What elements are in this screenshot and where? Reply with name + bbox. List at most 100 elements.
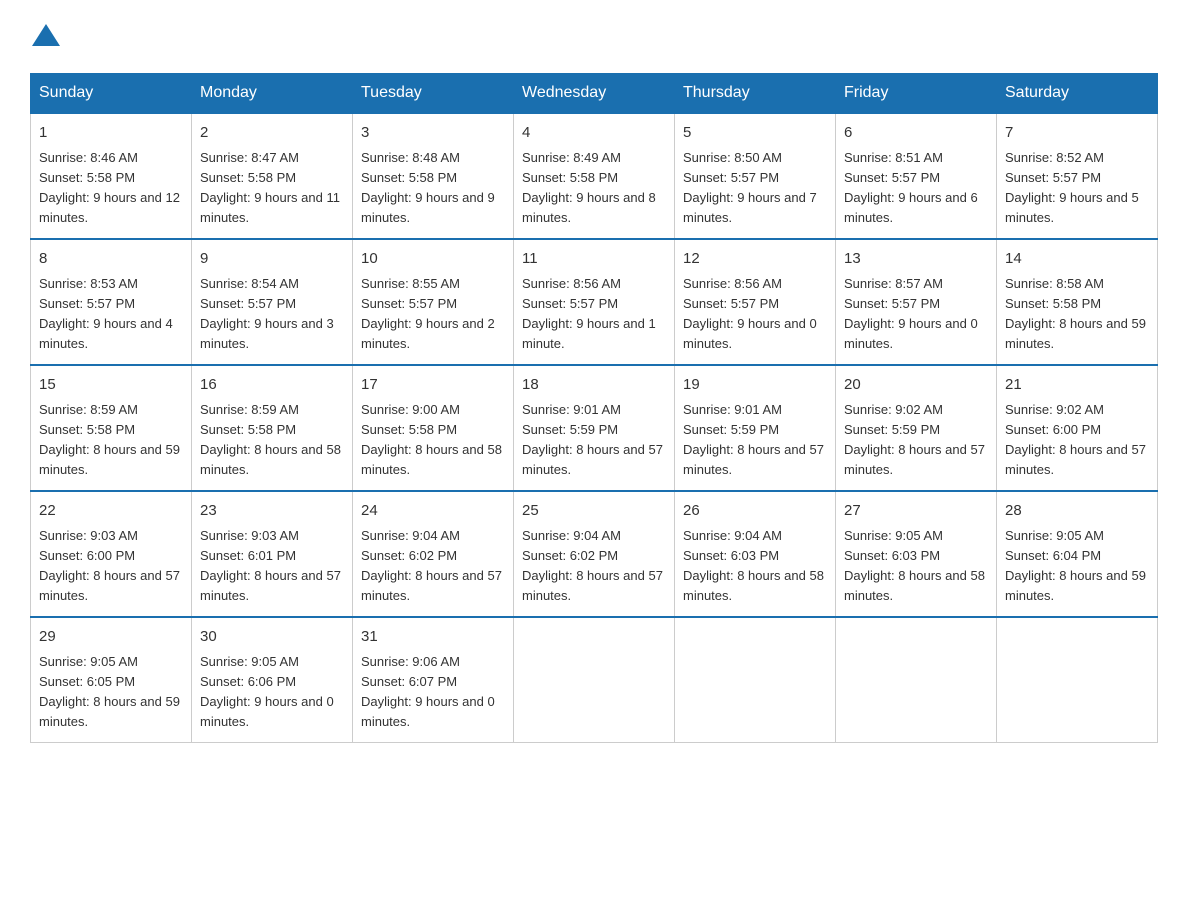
calendar-day-cell: 16Sunrise: 8:59 AMSunset: 5:58 PMDayligh… [192, 365, 353, 491]
day-number: 25 [522, 500, 666, 523]
weekday-header-friday: Friday [836, 74, 997, 114]
day-number: 14 [1005, 248, 1149, 271]
day-info: Sunrise: 9:02 AMSunset: 6:00 PMDaylight:… [1005, 400, 1149, 481]
day-number: 2 [200, 122, 344, 145]
day-number: 21 [1005, 374, 1149, 397]
day-number: 20 [844, 374, 988, 397]
calendar-table: SundayMondayTuesdayWednesdayThursdayFrid… [30, 73, 1158, 743]
day-info: Sunrise: 8:58 AMSunset: 5:58 PMDaylight:… [1005, 274, 1149, 355]
day-info: Sunrise: 9:00 AMSunset: 5:58 PMDaylight:… [361, 400, 505, 481]
day-info: Sunrise: 8:55 AMSunset: 5:57 PMDaylight:… [361, 274, 505, 355]
calendar-day-cell: 7 Sunrise: 8:52 AMSunset: 5:57 PMDaylight… [997, 113, 1158, 239]
day-info: Sunrise: 8:50 AMSunset: 5:57 PMDaylight:… [683, 148, 827, 229]
weekday-header-row: SundayMondayTuesdayWednesdayThursdayFrid… [31, 74, 1158, 114]
day-number: 23 [200, 500, 344, 523]
calendar-day-cell: 3 Sunrise: 8:48 AMSunset: 5:58 PMDaylight… [353, 113, 514, 239]
day-info: Sunrise: 9:02 AMSunset: 5:59 PMDaylight:… [844, 400, 988, 481]
day-number: 4 [522, 122, 666, 145]
calendar-day-cell [675, 617, 836, 743]
day-number: 22 [39, 500, 183, 523]
calendar-day-cell: 28Sunrise: 9:05 AMSunset: 6:04 PMDayligh… [997, 491, 1158, 617]
weekday-header-saturday: Saturday [997, 74, 1158, 114]
calendar-week-row: 15 Sunrise: 8:59 AMSunset: 5:58 PMDayligh… [31, 365, 1158, 491]
day-info: Sunrise: 9:05 AMSunset: 6:03 PMDaylight:… [844, 526, 988, 607]
day-number: 11 [522, 248, 666, 271]
calendar-day-cell: 30 Sunrise: 9:05 AMSunset: 6:06 PMDayligh… [192, 617, 353, 743]
calendar-day-cell: 24Sunrise: 9:04 AMSunset: 6:02 PMDayligh… [353, 491, 514, 617]
day-info: Sunrise: 8:49 AMSunset: 5:58 PMDaylight:… [522, 148, 666, 229]
day-number: 6 [844, 122, 988, 145]
calendar-day-cell: 20 Sunrise: 9:02 AMSunset: 5:59 PMDayligh… [836, 365, 997, 491]
day-number: 5 [683, 122, 827, 145]
day-number: 30 [200, 626, 344, 649]
day-info: Sunrise: 8:53 AMSunset: 5:57 PMDaylight:… [39, 274, 183, 355]
day-number: 28 [1005, 500, 1149, 523]
day-info: Sunrise: 8:59 AMSunset: 5:58 PMDaylight:… [39, 400, 183, 481]
calendar-body: 1 Sunrise: 8:46 AMSunset: 5:58 PMDaylight… [31, 113, 1158, 743]
day-info: Sunrise: 9:04 AMSunset: 6:03 PMDaylight:… [683, 526, 827, 607]
calendar-day-cell [997, 617, 1158, 743]
day-info: Sunrise: 8:52 AMSunset: 5:57 PMDaylight:… [1005, 148, 1149, 229]
weekday-header-wednesday: Wednesday [514, 74, 675, 114]
calendar-day-cell: 2Sunrise: 8:47 AMSunset: 5:58 PMDaylight… [192, 113, 353, 239]
calendar-day-cell: 19 Sunrise: 9:01 AMSunset: 5:59 PMDayligh… [675, 365, 836, 491]
day-info: Sunrise: 9:04 AMSunset: 6:02 PMDaylight:… [522, 526, 666, 607]
day-number: 7 [1005, 122, 1149, 145]
calendar-day-cell: 25 Sunrise: 9:04 AMSunset: 6:02 PMDayligh… [514, 491, 675, 617]
calendar-day-cell: 26Sunrise: 9:04 AMSunset: 6:03 PMDayligh… [675, 491, 836, 617]
day-info: Sunrise: 9:01 AMSunset: 5:59 PMDaylight:… [683, 400, 827, 481]
calendar-day-cell: 1 Sunrise: 8:46 AMSunset: 5:58 PMDaylight… [31, 113, 192, 239]
calendar-day-cell: 5 Sunrise: 8:50 AMSunset: 5:57 PMDaylight… [675, 113, 836, 239]
day-info: Sunrise: 9:03 AMSunset: 6:00 PMDaylight:… [39, 526, 183, 607]
day-info: Sunrise: 8:46 AMSunset: 5:58 PMDaylight:… [39, 148, 183, 229]
day-info: Sunrise: 8:51 AMSunset: 5:57 PMDaylight:… [844, 148, 988, 229]
calendar-day-cell: 10 Sunrise: 8:55 AMSunset: 5:57 PMDayligh… [353, 239, 514, 365]
calendar-day-cell: 18 Sunrise: 9:01 AMSunset: 5:59 PMDayligh… [514, 365, 675, 491]
day-info: Sunrise: 9:04 AMSunset: 6:02 PMDaylight:… [361, 526, 505, 607]
page-header [30, 20, 1158, 53]
weekday-header-thursday: Thursday [675, 74, 836, 114]
logo-triangle-icon [32, 22, 60, 48]
calendar-day-cell: 27 Sunrise: 9:05 AMSunset: 6:03 PMDayligh… [836, 491, 997, 617]
day-number: 1 [39, 122, 183, 145]
day-number: 13 [844, 248, 988, 271]
calendar-day-cell: 22 Sunrise: 9:03 AMSunset: 6:00 PMDayligh… [31, 491, 192, 617]
day-info: Sunrise: 9:01 AMSunset: 5:59 PMDaylight:… [522, 400, 666, 481]
day-info: Sunrise: 9:05 AMSunset: 6:05 PMDaylight:… [39, 652, 183, 733]
day-number: 15 [39, 374, 183, 397]
calendar-day-cell: 14 Sunrise: 8:58 AMSunset: 5:58 PMDayligh… [997, 239, 1158, 365]
calendar-day-cell: 11 Sunrise: 8:56 AMSunset: 5:57 PMDayligh… [514, 239, 675, 365]
weekday-header-tuesday: Tuesday [353, 74, 514, 114]
day-info: Sunrise: 8:48 AMSunset: 5:58 PMDaylight:… [361, 148, 505, 229]
calendar-day-cell: 6 Sunrise: 8:51 AMSunset: 5:57 PMDaylight… [836, 113, 997, 239]
day-number: 19 [683, 374, 827, 397]
day-info: Sunrise: 8:56 AMSunset: 5:57 PMDaylight:… [522, 274, 666, 355]
day-number: 31 [361, 626, 505, 649]
calendar-week-row: 29 Sunrise: 9:05 AMSunset: 6:05 PMDayligh… [31, 617, 1158, 743]
day-info: Sunrise: 9:05 AMSunset: 6:06 PMDaylight:… [200, 652, 344, 733]
calendar-day-cell: 21 Sunrise: 9:02 AMSunset: 6:00 PMDayligh… [997, 365, 1158, 491]
day-number: 27 [844, 500, 988, 523]
calendar-week-row: 22 Sunrise: 9:03 AMSunset: 6:00 PMDayligh… [31, 491, 1158, 617]
day-info: Sunrise: 9:03 AMSunset: 6:01 PMDaylight:… [200, 526, 344, 607]
calendar-day-cell: 4 Sunrise: 8:49 AMSunset: 5:58 PMDaylight… [514, 113, 675, 239]
day-info: Sunrise: 8:54 AMSunset: 5:57 PMDaylight:… [200, 274, 344, 355]
day-info: Sunrise: 8:57 AMSunset: 5:57 PMDaylight:… [844, 274, 988, 355]
weekday-header-monday: Monday [192, 74, 353, 114]
day-number: 10 [361, 248, 505, 271]
calendar-day-cell: 12 Sunrise: 8:56 AMSunset: 5:57 PMDayligh… [675, 239, 836, 365]
day-number: 12 [683, 248, 827, 271]
day-number: 3 [361, 122, 505, 145]
day-info: Sunrise: 9:06 AMSunset: 6:07 PMDaylight:… [361, 652, 505, 733]
calendar-day-cell: 31 Sunrise: 9:06 AMSunset: 6:07 PMDayligh… [353, 617, 514, 743]
calendar-day-cell: 15 Sunrise: 8:59 AMSunset: 5:58 PMDayligh… [31, 365, 192, 491]
day-number: 16 [200, 374, 344, 397]
day-number: 18 [522, 374, 666, 397]
day-number: 29 [39, 626, 183, 649]
weekday-header-sunday: Sunday [31, 74, 192, 114]
day-number: 9 [200, 248, 344, 271]
calendar-day-cell: 23 Sunrise: 9:03 AMSunset: 6:01 PMDayligh… [192, 491, 353, 617]
day-info: Sunrise: 8:56 AMSunset: 5:57 PMDaylight:… [683, 274, 827, 355]
calendar-day-cell: 29 Sunrise: 9:05 AMSunset: 6:05 PMDayligh… [31, 617, 192, 743]
calendar-day-cell: 13 Sunrise: 8:57 AMSunset: 5:57 PMDayligh… [836, 239, 997, 365]
